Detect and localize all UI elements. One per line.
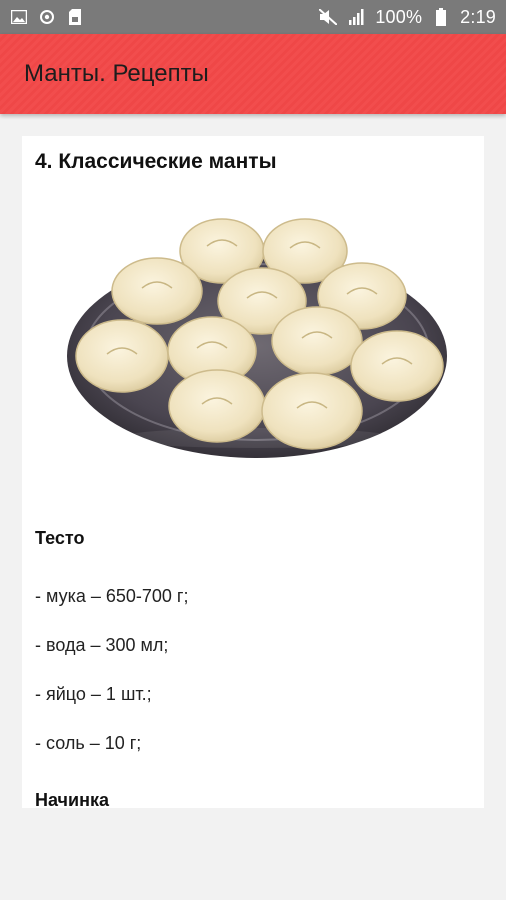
battery-percent: 100% xyxy=(375,6,423,27)
clock: 2:19 xyxy=(460,6,496,27)
system-icons: 100% 2:19 xyxy=(319,7,496,28)
ingredient-item: - вода – 300 мл; xyxy=(35,635,169,655)
manti-plate-image xyxy=(62,216,452,466)
ingredient-item: - мука – 650-700 г; xyxy=(35,586,189,606)
ingredient-item: - яйцо – 1 шт.; xyxy=(35,684,152,704)
sd-card-icon xyxy=(66,8,84,26)
signal-icon xyxy=(347,8,365,26)
recipe-title: 4. Классические манты xyxy=(35,150,277,173)
dough-heading: Тесто xyxy=(35,528,85,548)
app-bar: Манты. Рецепты xyxy=(0,34,506,114)
image-icon xyxy=(10,8,28,26)
sync-icon xyxy=(38,8,56,26)
mute-icon xyxy=(319,8,338,26)
filling-heading: Начинка xyxy=(35,790,109,808)
notification-icons xyxy=(10,8,84,26)
app-title: Манты. Рецепты xyxy=(24,60,209,87)
recipe-card[interactable]: 4. Классические манты Тесто - мука – 650… xyxy=(22,136,484,808)
ingredient-item: - соль – 10 г; xyxy=(35,733,142,753)
battery-icon xyxy=(432,8,450,26)
status-bar: 100% 2:19 xyxy=(0,0,506,34)
